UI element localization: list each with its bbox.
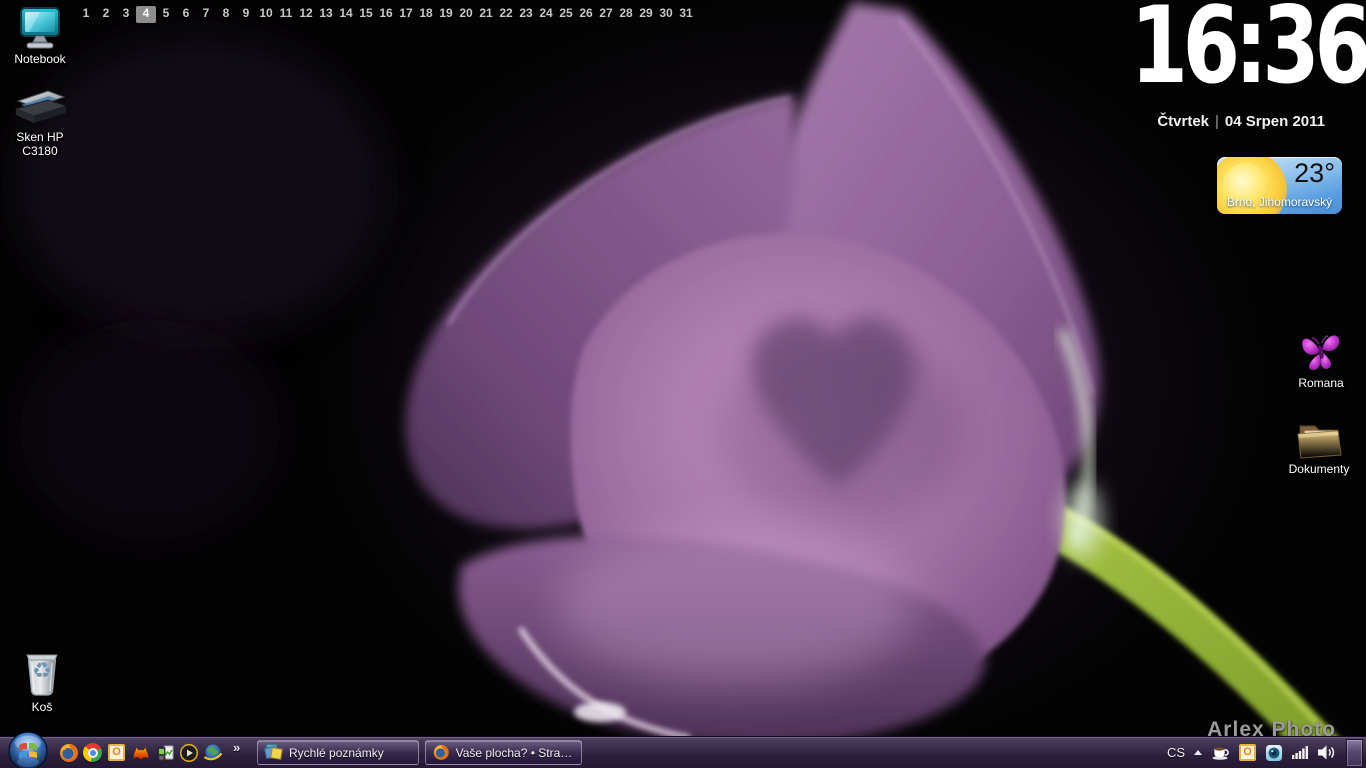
calendar-day: 28	[616, 6, 636, 23]
calendar-day: 15	[356, 6, 376, 23]
outlook-letter: O	[112, 747, 121, 758]
desktop-icon-scanner[interactable]: Sken HPC3180	[8, 88, 72, 158]
hidden-icons-arrow[interactable]	[1194, 750, 1202, 755]
language-indicator[interactable]: CS	[1167, 745, 1185, 760]
start-button[interactable]	[8, 731, 48, 768]
calendar-day: 29	[636, 6, 656, 23]
desktop: 1234567891011121314151617181920212223242…	[0, 0, 1366, 768]
coffee-cup-icon[interactable]	[1211, 745, 1230, 760]
calendar-day: 16	[376, 6, 396, 23]
calendar-day: 2	[96, 6, 116, 23]
weather-gadget[interactable]: 23° Brno, Jihomoravský	[1217, 157, 1342, 214]
taskbar-button-rychle-poznamky[interactable]: Rychlé poznámky	[257, 740, 419, 765]
desktop-icon-dokumenty[interactable]: Dokumenty	[1287, 420, 1351, 476]
taskbar-button-label: Rychlé poznámky	[289, 746, 384, 760]
calendar-day: 12	[296, 6, 316, 23]
chrome-icon[interactable]	[82, 742, 103, 763]
sticky-notes-icon	[265, 744, 283, 761]
icon-label: Romana	[1298, 376, 1343, 390]
webcam-icon[interactable]	[1265, 744, 1283, 762]
firefox-icon	[433, 744, 450, 761]
calendar-day: 18	[416, 6, 436, 23]
miranda-flame-icon[interactable]	[130, 742, 151, 763]
calendar-day: 21	[476, 6, 496, 23]
clock-gadget[interactable]: 16:36 Čtvrtek|04 Srpen 2011	[1106, 0, 1366, 140]
calendar-day: 3	[116, 6, 136, 23]
taskbar-button-label: Vaše plocha? • Stran...	[456, 746, 574, 760]
calendar-day: 20	[456, 6, 476, 23]
weather-location: Brno, Jihomoravský	[1217, 195, 1342, 209]
show-desktop-button[interactable]	[1346, 739, 1363, 767]
icon-label: Notebook	[14, 52, 65, 66]
icon-label: Koš	[32, 700, 53, 714]
desktop-icon-notebook[interactable]: Notebook	[8, 6, 72, 66]
calendar-day: 13	[316, 6, 336, 23]
calendar-day: 8	[216, 6, 236, 23]
calendar-day: 17	[396, 6, 416, 23]
calendar-day: 1	[76, 6, 96, 23]
signal-bars-icon[interactable]	[1292, 746, 1309, 759]
calendar-day: 19	[436, 6, 456, 23]
quick-launch-overflow-chevron[interactable]: »	[233, 740, 240, 755]
calendar-day: 10	[256, 6, 276, 23]
calendar-day: 24	[536, 6, 556, 23]
calendar-day: 31	[676, 6, 696, 23]
scanner-icon	[14, 88, 66, 128]
monitor-icon	[16, 6, 64, 50]
calendar-day: 30	[656, 6, 676, 23]
calendar-day: 27	[596, 6, 616, 23]
task-buttons: Rychlé poznámky Vaše plocha? • Stran...	[257, 740, 582, 765]
calendar-gadget[interactable]: 1234567891011121314151617181920212223242…	[76, 6, 696, 23]
taskbar: O	[0, 736, 1366, 768]
clock-date: Čtvrtek|04 Srpen 2011	[1157, 113, 1325, 130]
outlook-letter: O	[1243, 747, 1252, 758]
icon-label: Sken HPC3180	[16, 130, 63, 158]
calendar-day: 6	[176, 6, 196, 23]
clock-date-text: 04 Srpen 2011	[1225, 113, 1325, 130]
calendar-day: 22	[496, 6, 516, 23]
taskbar-button-firefox-page[interactable]: Vaše plocha? • Stran...	[425, 740, 582, 765]
globe-icon[interactable]	[202, 742, 223, 763]
calendar-day: 23	[516, 6, 536, 23]
calendar-day: 11	[276, 6, 296, 23]
recycle-symbol: ♻	[20, 659, 64, 684]
windows-orb-icon	[8, 731, 48, 768]
scanner-label-line2: C3180	[22, 144, 57, 158]
outlook-icon[interactable]: O	[106, 742, 127, 763]
clock-time: 16:36	[1130, 0, 1366, 96]
calendar-day: 7	[196, 6, 216, 23]
system-tray: CS O	[1167, 737, 1366, 768]
calendar-day: 14	[336, 6, 356, 23]
volume-icon[interactable]	[1318, 745, 1337, 760]
media-player-icon[interactable]	[178, 742, 199, 763]
icon-label: Dokumenty	[1289, 462, 1350, 476]
firefox-icon[interactable]	[58, 742, 79, 763]
clock-separator: |	[1209, 113, 1225, 130]
desktop-icon-recycle-bin[interactable]: ♻ Koš	[10, 650, 74, 714]
outlook-tray-icon[interactable]: O	[1239, 744, 1256, 761]
weather-temperature: 23°	[1294, 158, 1335, 189]
calendar-day: 5	[156, 6, 176, 23]
phone-suite-icon[interactable]	[154, 742, 175, 763]
calendar-day: 25	[556, 6, 576, 23]
butterfly-icon	[1298, 330, 1344, 374]
clock-weekday: Čtvrtek	[1157, 113, 1209, 130]
scanner-label-line1: Sken HP	[16, 130, 63, 144]
folder-icon	[1295, 420, 1343, 460]
calendar-day: 9	[236, 6, 256, 23]
calendar-day: 4	[136, 6, 156, 23]
desktop-icon-romana[interactable]: Romana	[1289, 330, 1353, 390]
calendar-day: 26	[576, 6, 596, 23]
quick-launch-bar: O	[58, 742, 223, 763]
